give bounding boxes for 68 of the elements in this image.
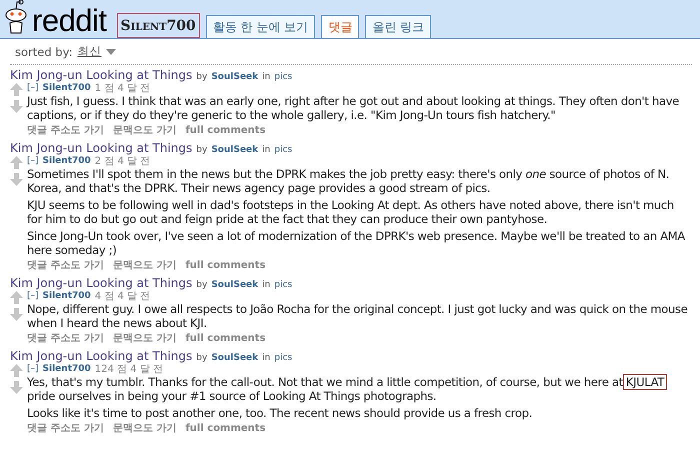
comment-text: Since Jong-Un took over, I've seen a lot of modernization of the DPRK's web presence. Maybe we'll be treated to an AMA here someday ;) bbox=[27, 229, 686, 257]
post-title-link[interactable]: Kim Jong-un Looking at Things bbox=[10, 68, 192, 82]
collapse-toggle[interactable]: [–] bbox=[27, 364, 39, 374]
score-and-age: 2 점 4 달 전 bbox=[94, 154, 150, 168]
by-label: by bbox=[196, 72, 208, 82]
author-link[interactable]: SoulSeek bbox=[211, 72, 258, 82]
by-label: by bbox=[196, 353, 208, 363]
comment-action-link[interactable]: 문맥으도 가기 bbox=[112, 423, 176, 435]
upvote-arrow-icon[interactable] bbox=[10, 364, 23, 377]
post-title-link[interactable]: Kim Jong-un Looking at Things bbox=[10, 349, 192, 363]
profile-tab[interactable]: 올린 링크 bbox=[365, 15, 432, 38]
score-and-age: 1 점 4 달 전 bbox=[94, 82, 150, 94]
author-link[interactable]: SoulSeek bbox=[211, 353, 258, 363]
subreddit-link[interactable]: pics bbox=[274, 72, 292, 82]
downvote-arrow-icon[interactable] bbox=[10, 381, 23, 394]
upvote-arrow-icon[interactable] bbox=[10, 156, 23, 169]
downvote-arrow-icon[interactable] bbox=[10, 173, 23, 186]
subreddit-link[interactable]: pics bbox=[274, 145, 292, 155]
username[interactable]: Silent700 bbox=[116, 13, 200, 38]
in-label: in bbox=[262, 280, 270, 290]
alien-logo-icon bbox=[4, 0, 28, 35]
author-link[interactable]: SoulSeek bbox=[211, 280, 258, 290]
downvote-arrow-icon[interactable] bbox=[10, 308, 23, 321]
comment-action-link[interactable]: full comments bbox=[185, 423, 266, 435]
author-link[interactable]: SoulSeek bbox=[211, 145, 258, 155]
score-and-age: 124 점 4 달 전 bbox=[94, 362, 163, 376]
comment-text: Just fish, I guess. I think that was an early one, right after he got out and about looking at things. They often don't have captions, or if they do they're generic to the whole gallery, i.e. "Kim Jong-Un tours fish hatchery." bbox=[27, 94, 680, 122]
comment-action-link[interactable]: 댓글 주소도 가기 bbox=[27, 333, 104, 345]
comment-author-link[interactable]: Silent700 bbox=[42, 290, 91, 300]
dropdown-caret-icon[interactable] bbox=[106, 48, 116, 54]
subreddit-link[interactable]: pics bbox=[274, 280, 292, 290]
comment-text: Nope, different guy. I owe all respects to João Rocha for the original concept. I just got lucky and was quick on the mouse when I heard the news about KJI. bbox=[27, 302, 688, 330]
collapse-toggle[interactable]: [–] bbox=[27, 82, 39, 92]
comment-text: Yes, that's my tumblr. Thanks for the call-out. Not that we mind a little competition, of course, but we here at KJULAT pride ourselves in being your #1 source of Looking At Things photographs. bbox=[27, 375, 688, 403]
comment-action-link[interactable]: 문맥으도 가기 bbox=[112, 125, 176, 137]
comment-text: KJU seems to be following well in dad's footsteps in the Looking At dept. As others have noted above, there isn't much for him to do but go out and feign pride at the fact that they can produce their own pantyhose. bbox=[27, 198, 675, 226]
comment-action-link[interactable]: full comments bbox=[185, 260, 266, 272]
score-and-age: 4 점 4 달 전 bbox=[94, 290, 150, 302]
comment-action-link[interactable]: full comments bbox=[185, 125, 266, 137]
comment-action-link[interactable]: 댓글 주소도 가기 bbox=[27, 423, 104, 435]
collapse-toggle[interactable]: [–] bbox=[27, 290, 39, 300]
comment-action-link[interactable]: 댓글 주소도 가기 bbox=[27, 260, 104, 272]
in-label: in bbox=[262, 145, 270, 155]
profile-tab[interactable]: 댓글 bbox=[321, 15, 360, 38]
comment-text: Sometimes I'll spot them in the news but the DPRK makes the job pretty easy: there's only one source of photos of N. Korea, and that's the DPRK. Their news agency page provides a good stream of pics. bbox=[27, 167, 670, 195]
subreddit-link[interactable]: pics bbox=[274, 353, 292, 363]
post-title-link[interactable]: Kim Jong-un Looking at Things bbox=[10, 141, 192, 155]
upvote-arrow-icon[interactable] bbox=[10, 83, 23, 96]
upvote-arrow-icon[interactable] bbox=[10, 291, 23, 304]
in-label: in bbox=[262, 72, 270, 82]
sort-label: sorted by: bbox=[15, 44, 72, 58]
comment-author-link[interactable]: Silent700 bbox=[42, 364, 91, 374]
comment-action-link[interactable]: full comments bbox=[185, 333, 266, 345]
profile-tab[interactable]: 활동 한 눈에 보기 bbox=[206, 15, 316, 38]
comment-action-link[interactable]: 댓글 주소도 가기 bbox=[27, 125, 104, 137]
sort-dropdown[interactable]: 최신 bbox=[77, 44, 102, 59]
in-label: in bbox=[262, 353, 270, 363]
downvote-arrow-icon[interactable] bbox=[10, 100, 23, 113]
comment-action-link[interactable]: 문맥으도 가기 bbox=[112, 260, 176, 272]
comment-author-link[interactable]: Silent700 bbox=[42, 82, 91, 92]
by-label: by bbox=[196, 145, 208, 155]
comment-action-link[interactable]: 문맥으도 가기 bbox=[112, 333, 176, 345]
post-title-link[interactable]: Kim Jong-un Looking at Things bbox=[10, 276, 192, 290]
reddit-logo[interactable]: reddit bbox=[32, 4, 107, 38]
comment-author-link[interactable]: Silent700 bbox=[42, 156, 91, 166]
by-label: by bbox=[196, 280, 208, 290]
collapse-toggle[interactable]: [–] bbox=[27, 156, 39, 166]
comment-text: Looks like it's time to post another one, too. The recent news should provide us a fresh crop. bbox=[27, 406, 534, 420]
